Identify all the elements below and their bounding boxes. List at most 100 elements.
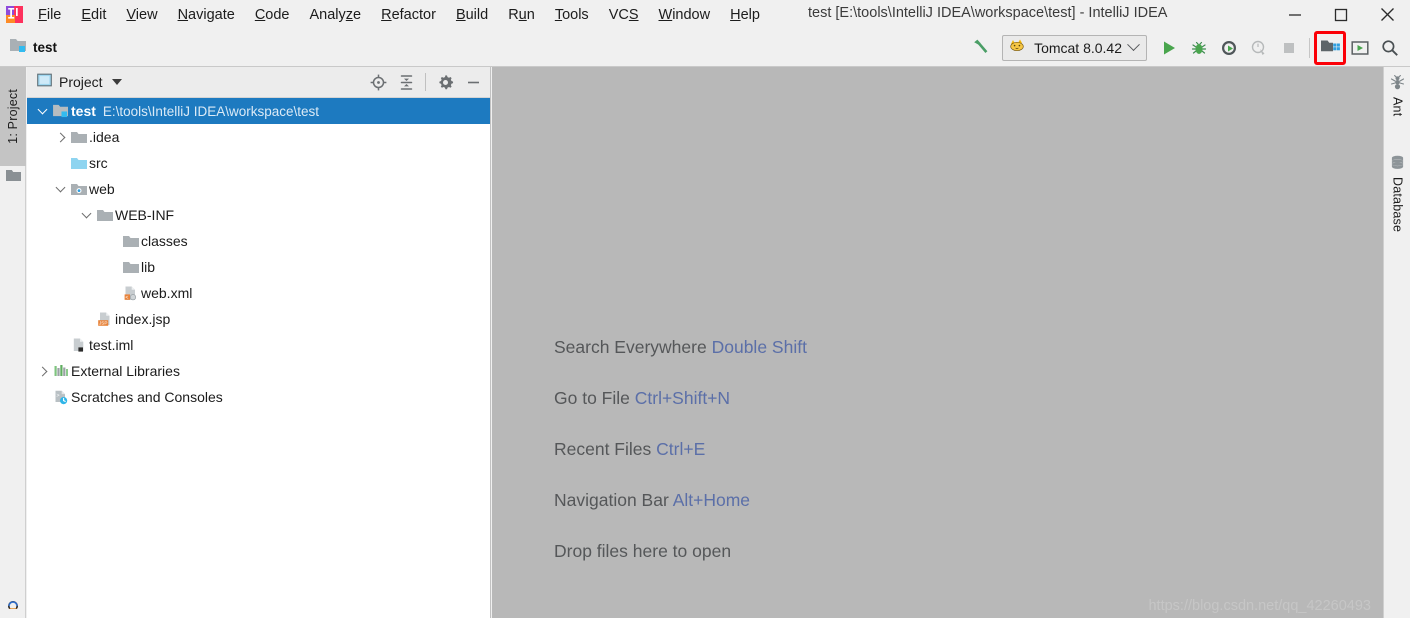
main-toolbar: test Tomcat 8.0.42 xyxy=(0,29,1410,67)
menu-item-window[interactable]: Window xyxy=(649,4,721,26)
menu-item-edit[interactable]: Edit xyxy=(71,4,116,26)
left-tool-window-bar: 1: Project xyxy=(0,67,26,618)
menu-item-analyze[interactable]: Analyze xyxy=(300,4,372,26)
project-panel-header: Project xyxy=(27,67,490,98)
tree-node-index-jsp[interactable]: JSP index.jsp xyxy=(27,306,490,332)
chevron-down-icon[interactable] xyxy=(77,208,95,219)
tree-node-label: classes xyxy=(141,233,188,249)
tree-node-test[interactable]: test E:\tools\IntelliJ IDEA\workspace\te… xyxy=(27,98,490,124)
iml-file-icon xyxy=(69,338,89,353)
toolbar-actions: Tomcat 8.0.42 xyxy=(966,29,1404,66)
hint-action-label: Navigation Bar xyxy=(554,490,669,510)
hint-search-everywhere: Search Everywhere Double Shift xyxy=(554,337,807,358)
chevron-down-icon[interactable] xyxy=(33,104,51,115)
sidebar-item-ant[interactable]: Ant xyxy=(1384,75,1410,116)
hint-drop-files: Drop files here to open xyxy=(554,541,807,562)
toolbar-project-label[interactable]: test xyxy=(10,38,57,58)
maximize-button[interactable] xyxy=(1318,0,1364,29)
tree-node-classes[interactable]: classes xyxy=(27,228,490,254)
intellij-idea-window: File Edit View Navigate Code Analyze Ref… xyxy=(0,0,1410,618)
window-controls xyxy=(1272,0,1410,29)
tree-node-web-inf[interactable]: WEB-INF xyxy=(27,202,490,228)
hint-recent-files: Recent Files Ctrl+E xyxy=(554,439,807,460)
tree-node-label: index.jsp xyxy=(115,311,171,327)
database-icon xyxy=(1390,155,1405,173)
hint-action-label: Search Everywhere xyxy=(554,337,707,357)
tree-node-idea[interactable]: .idea xyxy=(27,124,490,150)
ant-icon xyxy=(1390,75,1405,93)
hint-navigation-bar: Navigation Bar Alt+Home xyxy=(554,490,807,511)
menu-item-refactor[interactable]: Refactor xyxy=(371,4,446,26)
menu-item-code[interactable]: Code xyxy=(245,4,300,26)
minimize-icon[interactable] xyxy=(460,69,486,95)
editor-hints: Search Everywhere Double Shift Go to Fil… xyxy=(554,337,807,592)
project-folder-icon xyxy=(51,104,71,118)
structure-tab-icon[interactable] xyxy=(5,596,21,614)
hint-shortcut-label: Double Shift xyxy=(711,337,807,357)
sidebar-item-project[interactable]: 1: Project xyxy=(0,67,26,166)
folder-gray-icon xyxy=(121,235,141,248)
tree-node-scratches-and-consoles[interactable]: > Scratches and Consoles xyxy=(27,384,490,410)
chevron-right-icon[interactable] xyxy=(33,366,51,376)
project-tool-window: Project test E:\tools\IntelliJ IDEA\work… xyxy=(27,67,491,618)
sidebar-item-database[interactable]: Database xyxy=(1384,155,1410,232)
project-panel-title: Project xyxy=(59,74,103,90)
collapse-all-icon[interactable] xyxy=(393,69,419,95)
gear-icon[interactable] xyxy=(432,69,458,95)
window-title: test [E:\tools\IntelliJ IDEA\workspace\t… xyxy=(808,5,1168,21)
menu-item-view[interactable]: View xyxy=(116,4,167,26)
folder-gray-icon xyxy=(95,209,115,222)
menu-item-file[interactable]: File xyxy=(28,4,71,26)
chevron-down-icon[interactable] xyxy=(111,79,122,85)
menu-item-run[interactable]: Run xyxy=(498,4,545,26)
profile-icon xyxy=(1245,33,1273,63)
scratches-icon: > xyxy=(51,390,71,405)
run-play-icon[interactable] xyxy=(1155,33,1183,63)
sidebar-item-ant-label: Ant xyxy=(1390,97,1405,117)
chevron-down-icon[interactable] xyxy=(51,182,69,193)
tree-node-web-xml[interactable]: < web.xml xyxy=(27,280,490,306)
tree-node-src[interactable]: src xyxy=(27,150,490,176)
update-application-icon[interactable] xyxy=(1346,33,1374,63)
tomcat-cat-icon xyxy=(1010,38,1027,57)
menu-item-tools[interactable]: Tools xyxy=(545,4,599,26)
hint-action-label: Drop files here to open xyxy=(554,541,732,561)
tree-node-label: test.iml xyxy=(89,337,134,353)
tree-node-label: .idea xyxy=(89,129,120,145)
right-tool-window-bar: Ant Database xyxy=(1383,67,1410,618)
chevron-right-icon[interactable] xyxy=(51,132,69,142)
search-icon[interactable] xyxy=(1376,33,1404,63)
tree-node-external-libraries[interactable]: External Libraries xyxy=(27,358,490,384)
run-configuration-selector[interactable]: Tomcat 8.0.42 xyxy=(1002,34,1147,61)
tree-node-lib[interactable]: lib xyxy=(27,254,490,280)
svg-text:JSP: JSP xyxy=(99,320,107,325)
toolbar-separator xyxy=(1309,37,1310,58)
title-bar: File Edit View Navigate Code Analyze Ref… xyxy=(0,0,1410,29)
tree-node-label: web xyxy=(89,181,115,197)
project-view-icon xyxy=(37,73,52,92)
tree-node-path: E:\tools\IntelliJ IDEA\workspace\test xyxy=(102,103,319,119)
tree-node-label: lib xyxy=(141,259,156,275)
hint-go-to-file: Go to File Ctrl+Shift+N xyxy=(554,388,807,409)
menu-item-help[interactable]: Help xyxy=(720,4,770,26)
watermark: https://blog.csdn.net/qq_42260493 xyxy=(1148,598,1371,614)
tree-node-label: Scratches and Consoles xyxy=(71,389,223,405)
debug-bug-icon[interactable] xyxy=(1185,33,1213,63)
tree-node-label: web.xml xyxy=(141,285,193,301)
tree-node-web[interactable]: web xyxy=(27,176,490,202)
jsp-file-icon: JSP xyxy=(95,312,115,327)
menu-item-vcs[interactable]: VCS xyxy=(599,4,649,26)
folder-icon[interactable] xyxy=(6,169,21,187)
close-button[interactable] xyxy=(1364,0,1410,29)
build-hammer-icon[interactable] xyxy=(966,33,994,63)
project-structure-icon[interactable] xyxy=(1314,30,1346,65)
folder-web-icon xyxy=(69,183,89,196)
tree-node-test-iml[interactable]: test.iml xyxy=(27,332,490,358)
minimize-button[interactable] xyxy=(1272,0,1318,29)
intellij-idea-logo-icon xyxy=(0,5,28,24)
editor-empty-area[interactable]: Search Everywhere Double Shift Go to Fil… xyxy=(492,67,1383,618)
run-with-coverage-icon[interactable] xyxy=(1215,33,1243,63)
menu-item-navigate[interactable]: Navigate xyxy=(168,4,245,26)
locate-icon[interactable] xyxy=(365,69,391,95)
menu-item-build[interactable]: Build xyxy=(446,4,498,26)
